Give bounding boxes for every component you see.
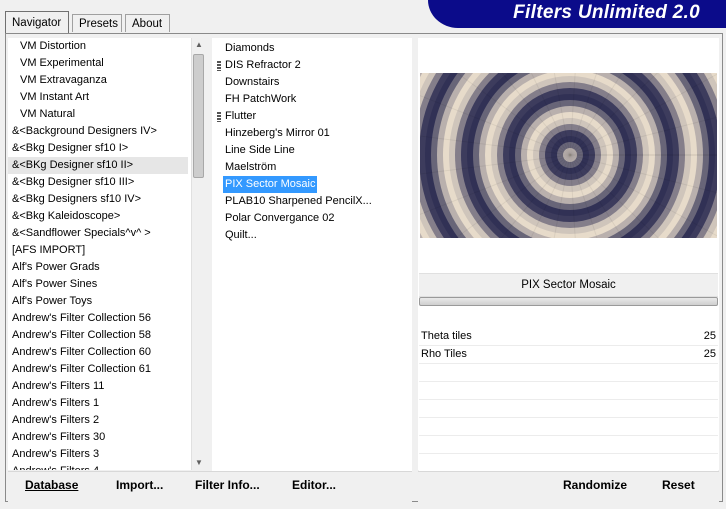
randomize-button[interactable]: Randomize — [563, 478, 627, 492]
parameter-row-empty — [419, 364, 718, 382]
filter-item-label: Flutter — [225, 110, 257, 122]
category-item[interactable]: Alf's Power Toys — [8, 293, 190, 310]
parameter-row[interactable]: Rho Tiles 25 — [419, 346, 718, 364]
filter-info-button[interactable]: Filter Info... — [195, 478, 260, 492]
category-item[interactable]: Andrew's Filter Collection 60 — [8, 344, 190, 361]
filter-item[interactable]: Flutter — [212, 108, 412, 125]
category-scrollbar[interactable]: ▲ ▼ — [191, 38, 206, 470]
filter-item[interactable]: Hinzeberg's Mirror 01 — [212, 125, 412, 142]
grip-icon — [217, 112, 221, 122]
randomize-label: Randomize — [563, 478, 628, 492]
category-item[interactable]: &<Bkg Designer sf10 III> — [8, 174, 190, 191]
category-item[interactable]: VM Experimental — [8, 55, 190, 72]
category-item[interactable]: VM Instant Art — [8, 89, 190, 106]
category-item[interactable]: Alf's Power Sines — [8, 276, 190, 293]
parameter-row-empty — [419, 436, 718, 454]
tab-presets[interactable]: Presets — [72, 14, 122, 32]
filter-item-label: Line Side Line — [225, 144, 295, 156]
category-item[interactable]: Andrew's Filters 4 — [8, 463, 190, 470]
import-button[interactable]: Import... — [116, 478, 163, 492]
filter-item-label: FH PatchWork — [225, 93, 297, 105]
parameter-row-empty — [419, 400, 718, 418]
category-item[interactable]: Andrew's Filter Collection 61 — [8, 361, 190, 378]
filter-item-label: DIS Refractor 2 — [225, 59, 301, 71]
reset-label: Reset — [662, 478, 695, 492]
category-item[interactable]: &<Bkg Designers sf10 IV> — [8, 191, 190, 208]
filter-item-label: Hinzeberg's Mirror 01 — [225, 127, 330, 139]
editor-label: Editor... — [292, 478, 337, 492]
category-item[interactable]: VM Distortion — [8, 38, 190, 55]
filter-item-label: PLAB10 Sharpened PencilX... — [225, 195, 372, 207]
parameter-row-empty — [419, 382, 718, 400]
parameter-row-empty — [419, 454, 718, 472]
parameter-list: Theta tiles 25 Rho Tiles 25 — [419, 328, 718, 472]
category-item[interactable]: Andrew's Filter Collection 56 — [8, 310, 190, 327]
title-banner: Filters Unlimited 2.0 — [428, 0, 726, 28]
filter-list[interactable]: Diamonds DIS Refractor 2 Downstairs FH Patc… — [212, 38, 412, 472]
filter-item[interactable]: PLAB10 Sharpened PencilX... — [212, 193, 412, 210]
tab-about[interactable]: About — [125, 14, 170, 32]
category-item[interactable]: Andrew's Filters 1 — [8, 395, 190, 412]
parameter-row-empty — [419, 418, 718, 436]
filter-preview-image — [420, 73, 717, 238]
filter-item[interactable]: PIX Sector Mosaic — [212, 176, 412, 193]
database-button[interactable]: Database — [25, 478, 78, 492]
category-item[interactable]: Andrew's Filter Collection 58 — [8, 327, 190, 344]
category-list[interactable]: VM Distortion VM Experimental VM Extravaga… — [8, 38, 190, 470]
filter-item-label: Downstairs — [225, 76, 280, 88]
parameter-value[interactable]: 25 — [704, 346, 716, 363]
right-button-bar: Randomize Reset — [418, 471, 719, 502]
editor-button[interactable]: Editor... — [292, 478, 336, 492]
category-item[interactable]: [AFS IMPORT] — [8, 242, 190, 259]
parameter-label: Theta tiles — [421, 330, 472, 342]
filter-item-label: Polar Convergance 02 — [225, 212, 335, 224]
filter-item-label: Quilt... — [225, 229, 257, 241]
reset-button[interactable]: Reset — [662, 478, 695, 492]
tab-navigator[interactable]: Navigator — [5, 11, 69, 33]
category-item[interactable]: &<Background Designers IV> — [8, 123, 190, 140]
category-item[interactable]: Alf's Power Grads — [8, 259, 190, 276]
category-item[interactable]: Andrew's Filters 2 — [8, 412, 190, 429]
filter-item-label: Maelström — [225, 161, 277, 173]
category-item[interactable]: Andrew's Filters 11 — [8, 378, 190, 395]
grip-icon — [217, 61, 221, 71]
category-item[interactable]: VM Natural — [8, 106, 190, 123]
filter-item[interactable]: FH PatchWork — [212, 91, 412, 108]
filter-item[interactable]: Diamonds — [212, 40, 412, 57]
filter-item[interactable]: Maelström — [212, 159, 412, 176]
category-item[interactable]: &<Sandflower Specials^v^ > — [8, 225, 190, 242]
scroll-down-arrow-icon[interactable]: ▼ — [192, 456, 206, 470]
scroll-up-arrow-icon[interactable]: ▲ — [192, 38, 206, 52]
selected-filter-name: PIX Sector Mosaic — [419, 273, 718, 297]
filter-item-label: Diamonds — [225, 42, 275, 54]
scroll-thumb[interactable] — [193, 54, 204, 178]
parameter-row[interactable]: Theta tiles 25 — [419, 328, 718, 346]
category-item[interactable]: VM Extravaganza — [8, 72, 190, 89]
import-label: Import... — [116, 478, 164, 492]
filter-item[interactable]: Downstairs — [212, 74, 412, 91]
category-item[interactable]: &<BKg Designer sf10 II> — [8, 157, 188, 174]
category-item[interactable]: Andrew's Filters 30 — [8, 429, 190, 446]
progress-bar — [419, 297, 718, 306]
category-panel: VM Distortion VM Experimental VM Extravaga… — [8, 38, 206, 470]
filter-item[interactable]: DIS Refractor 2 — [212, 57, 412, 74]
category-item[interactable]: &<Bkg Designer sf10 I> — [8, 140, 190, 157]
category-item[interactable]: Andrew's Filters 3 — [8, 446, 190, 463]
filter-item-label: PIX Sector Mosaic — [223, 176, 318, 193]
parameter-label: Rho Tiles — [421, 348, 467, 360]
left-button-bar: Database Import... Filter Info... Editor… — [8, 471, 412, 502]
database-label: Database — [25, 478, 79, 492]
app-title: Filters Unlimited 2.0 — [513, 2, 700, 23]
filter-item[interactable]: Line Side Line — [212, 142, 412, 159]
filter-item[interactable]: Polar Convergance 02 — [212, 210, 412, 227]
filter-info-label: Filter Info... — [195, 478, 260, 492]
category-item[interactable]: &<Bkg Kaleidoscope> — [8, 208, 190, 225]
parameter-value[interactable]: 25 — [704, 328, 716, 345]
filter-item[interactable]: Quilt... — [212, 227, 412, 244]
